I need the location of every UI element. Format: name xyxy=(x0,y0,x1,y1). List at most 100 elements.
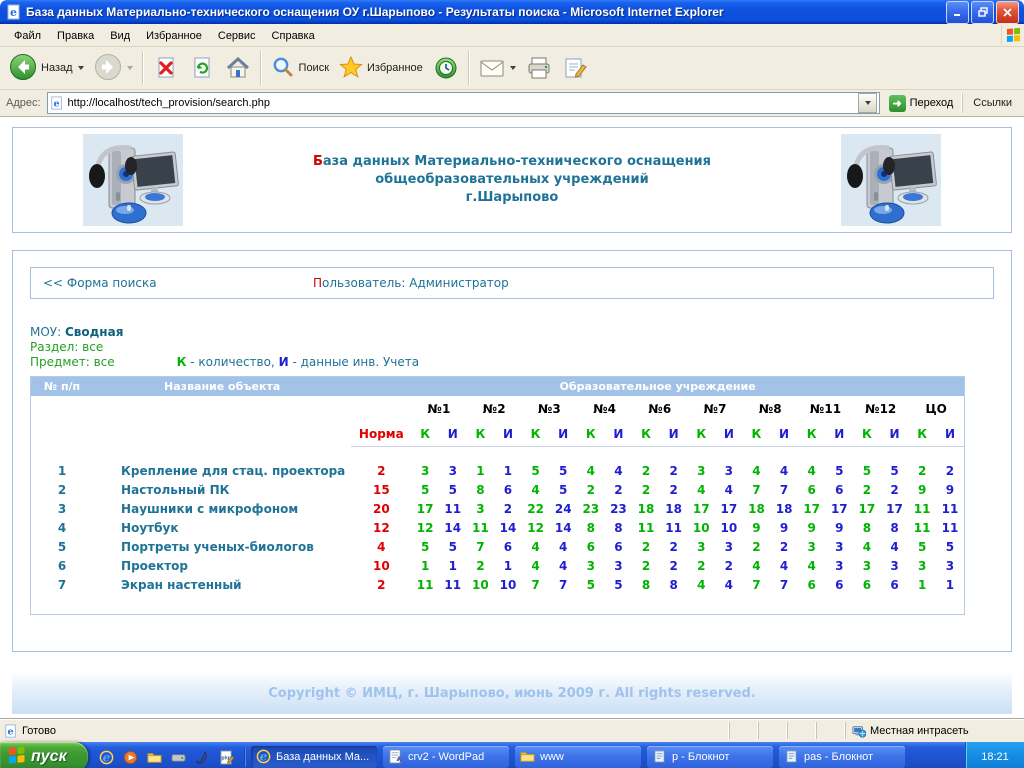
k-header: К xyxy=(467,422,495,447)
k-value: 5 xyxy=(411,480,439,499)
i-value: 17 xyxy=(715,499,743,518)
menu-item-файл[interactable]: Файл xyxy=(6,27,49,45)
wordpad-icon: A xyxy=(388,749,404,765)
navigation-bar: << Форма поиска Пользователь: Администра… xyxy=(30,267,994,299)
k-value: 3 xyxy=(577,556,605,575)
taskbar-button[interactable]: eБаза данных Ма... xyxy=(251,746,377,768)
favorites-label: Избранное xyxy=(367,62,423,74)
menu-item-справка[interactable]: Справка xyxy=(264,27,323,45)
i-value: 11 xyxy=(439,499,467,518)
history-button[interactable] xyxy=(428,53,464,83)
security-zone-pane: Местная интрасеть xyxy=(845,722,1024,739)
k-value: 1 xyxy=(411,556,439,575)
i-value: 4 xyxy=(549,537,577,556)
mail-dropdown-icon[interactable] xyxy=(510,66,516,70)
quick-launch-folder-icon[interactable] xyxy=(144,747,164,767)
k-header: К xyxy=(853,422,881,447)
table-header-band: № п/пНазвание объектаОбразовательное учр… xyxy=(31,377,964,396)
quick-launch-app-dark-icon[interactable] xyxy=(192,747,212,767)
k-value: 4 xyxy=(577,461,605,480)
k-value: 3 xyxy=(687,537,715,556)
school-header: №11 xyxy=(798,396,853,422)
k-value: 18 xyxy=(743,499,771,518)
menu-item-сервис[interactable]: Сервис xyxy=(210,27,264,45)
address-url[interactable]: http://localhost/tech_provision/search.p… xyxy=(68,97,858,109)
i-value: 5 xyxy=(439,480,467,499)
status-pane xyxy=(787,722,816,739)
quick-launch-php-editor-icon[interactable]: php xyxy=(216,747,236,767)
mail-button[interactable] xyxy=(474,55,521,81)
restore-button[interactable] xyxy=(971,1,994,24)
intranet-icon xyxy=(852,724,866,738)
school-header: №8 xyxy=(743,396,798,422)
taskbar-button[interactable]: www xyxy=(515,746,641,768)
quick-launch-ie-icon[interactable]: e xyxy=(96,747,116,767)
row-number: 1 xyxy=(31,461,93,480)
norma-value: 10 xyxy=(351,556,411,575)
k-value: 9 xyxy=(908,480,936,499)
table-row: 5Портреты ученых-биологов455764466223322… xyxy=(31,537,964,556)
ie-window-icon: e xyxy=(6,4,22,20)
stop-button[interactable] xyxy=(148,53,184,83)
back-icon xyxy=(9,53,37,84)
menu-item-правка[interactable]: Правка xyxy=(49,27,102,45)
links-toolbar[interactable]: Ссылки xyxy=(962,93,1020,113)
k-value: 6 xyxy=(798,575,826,594)
print-button[interactable] xyxy=(521,54,557,82)
k-value: 6 xyxy=(577,537,605,556)
i-value: 2 xyxy=(660,556,688,575)
search-form-link[interactable]: << Форма поиска xyxy=(43,276,157,290)
taskbar-button-label: База данных Ма... xyxy=(276,751,369,763)
menu-bar: ФайлПравкаВидИзбранноеСервисСправка xyxy=(0,24,1024,47)
k-value: 4 xyxy=(743,461,771,480)
go-button[interactable]: ➜ Переход xyxy=(884,94,959,113)
user-label: Пользователь: Администратор xyxy=(313,276,509,290)
back-button[interactable]: Назад xyxy=(4,51,89,86)
i-value: 2 xyxy=(715,556,743,575)
favorites-button[interactable]: Избранное xyxy=(334,53,428,84)
results-table-container: № п/пНазвание объектаОбразовательное учр… xyxy=(30,376,965,615)
i-value: 1 xyxy=(494,461,522,480)
k-value: 3 xyxy=(908,556,936,575)
k-value: 9 xyxy=(798,518,826,537)
close-button[interactable] xyxy=(996,1,1019,24)
i-value: 17 xyxy=(825,499,853,518)
svg-text:e: e xyxy=(8,726,14,737)
search-button[interactable]: Поиск xyxy=(266,53,334,84)
stop-icon xyxy=(153,55,179,81)
k-value: 11 xyxy=(632,518,660,537)
go-icon: ➜ xyxy=(889,95,906,112)
i-header: И xyxy=(825,422,853,447)
quick-launch-player-icon[interactable] xyxy=(120,747,140,767)
back-dropdown-icon[interactable] xyxy=(78,66,84,70)
k-value: 12 xyxy=(522,518,550,537)
razdel-line: Раздел: все xyxy=(30,340,994,355)
quick-launch-devices-icon[interactable] xyxy=(168,747,188,767)
start-button[interactable]: пуск xyxy=(0,742,88,768)
home-button[interactable] xyxy=(220,53,256,83)
row-number: 5 xyxy=(31,537,93,556)
page-icon: e xyxy=(50,96,64,110)
mou-label: МОУ: xyxy=(30,325,65,339)
taskbar-button[interactable]: Acrv2 - WordPad xyxy=(383,746,509,768)
refresh-icon xyxy=(189,55,215,81)
i-value: 3 xyxy=(439,461,467,480)
menu-item-избранное[interactable]: Избранное xyxy=(138,27,210,45)
minimize-button[interactable] xyxy=(946,1,969,24)
menu-item-вид[interactable]: Вид xyxy=(102,27,138,45)
address-dropdown-button[interactable] xyxy=(858,93,877,113)
taskbar-button[interactable]: p - Блокнот xyxy=(647,746,773,768)
object-name: Наушники с микрофоном xyxy=(93,499,351,518)
taskbar-button-label: pas - Блокнот xyxy=(804,751,873,763)
forward-button[interactable] xyxy=(89,51,138,86)
refresh-button[interactable] xyxy=(184,53,220,83)
address-input[interactable]: e http://localhost/tech_provision/search… xyxy=(47,92,880,114)
edit-button[interactable] xyxy=(557,54,593,82)
k-value: 17 xyxy=(798,499,826,518)
taskbar-button[interactable]: pas - Блокнот xyxy=(779,746,905,768)
i-value: 17 xyxy=(881,499,909,518)
k-value: 1 xyxy=(467,461,495,480)
k-value: 8 xyxy=(577,518,605,537)
row-number: 7 xyxy=(31,575,93,594)
window-titlebar: e База данных Материально-технического о… xyxy=(0,0,1024,24)
